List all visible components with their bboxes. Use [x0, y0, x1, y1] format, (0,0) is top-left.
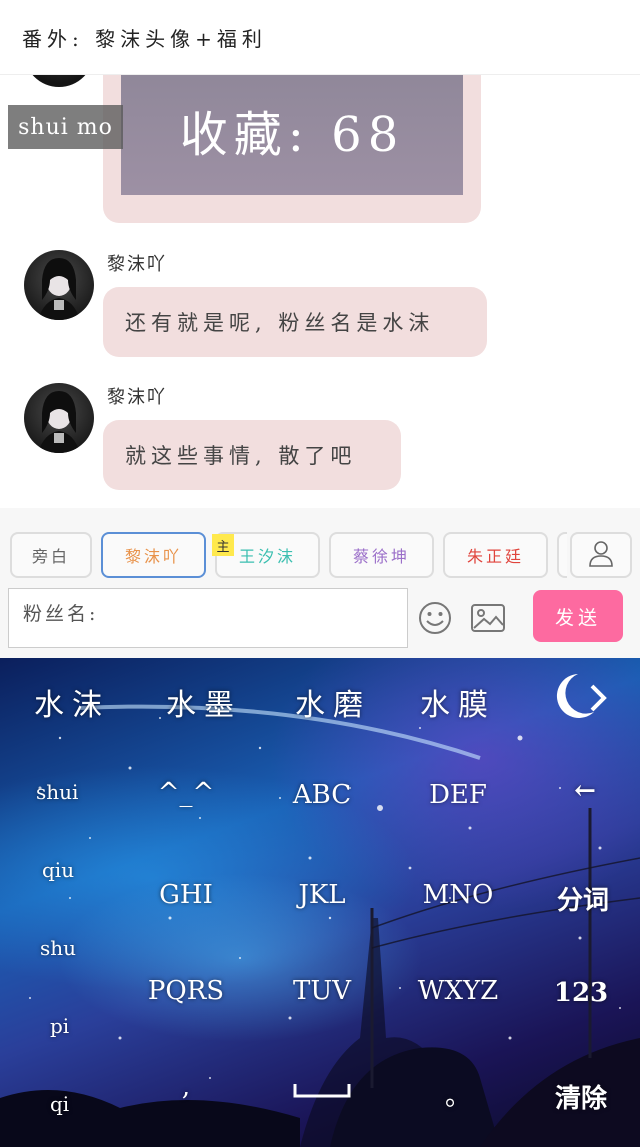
role-label: 蔡徐坤	[352, 547, 410, 566]
pinyin-option[interactable]: qiu	[42, 858, 74, 882]
sender-name: 黎沫吖	[107, 254, 167, 275]
smiley-icon	[417, 600, 453, 640]
ime-keyboard: 水沫 水墨 水磨 水膜 shui qiu shu pi qi ^_^ ABC D…	[0, 658, 640, 1147]
compose-panel: 旁白 黎沫吖 王汐沫 蔡徐坤 朱正廷 粉丝名: 发送	[0, 508, 640, 658]
person-icon	[588, 539, 614, 571]
role-label: 黎沫吖	[124, 547, 182, 566]
role-button-limo[interactable]: 黎沫吖	[101, 532, 206, 578]
key-jkl[interactable]: JKL	[262, 880, 382, 910]
key-def[interactable]: DEF	[398, 780, 518, 810]
key-ghi[interactable]: GHI	[126, 880, 246, 910]
role-button-narrator[interactable]: 旁白	[10, 532, 92, 578]
pinyin-option[interactable]: qi	[50, 1092, 69, 1116]
key-pqrs[interactable]: PQRS	[126, 976, 246, 1006]
role-label: 王汐沫	[238, 547, 296, 566]
image-button[interactable]	[468, 600, 508, 640]
segment-key[interactable]: 分词	[548, 880, 618, 917]
image-icon	[470, 602, 506, 638]
avatar[interactable]	[24, 383, 94, 453]
pinyin-option[interactable]: shu	[40, 936, 76, 960]
backspace-key[interactable]: ←	[550, 776, 620, 806]
top-bar: 番外: 黎沫头像+福利	[0, 0, 640, 75]
candidate-word[interactable]: 水磨	[295, 680, 371, 724]
emoji-button[interactable]	[415, 600, 455, 640]
pinyin-option[interactable]: pi	[50, 1014, 69, 1038]
image-caption: 收藏: 68	[179, 107, 405, 163]
role-button-zhuzhengting[interactable]: 朱正廷	[443, 532, 548, 578]
role-label: 旁白	[31, 547, 70, 566]
message-input[interactable]: 粉丝名:	[8, 588, 408, 648]
avatar[interactable]	[24, 75, 94, 87]
space-bar-icon	[293, 1084, 351, 1098]
candidate-word[interactable]: 水沫	[34, 680, 110, 724]
role-manage-button[interactable]	[570, 532, 632, 578]
sender-name: 黎沫吖	[107, 387, 167, 408]
collapse-keyboard-button[interactable]	[548, 668, 612, 728]
key-mno[interactable]: MNO	[398, 880, 518, 910]
key-period[interactable]: 。	[398, 1076, 518, 1113]
candidate-word[interactable]: 水墨	[166, 680, 242, 724]
message-bubble[interactable]: 就这些事情, 散了吧	[103, 420, 401, 490]
key-wxyz[interactable]: WXYZ	[398, 976, 518, 1006]
key-comma[interactable]: ,	[126, 1072, 246, 1102]
send-button[interactable]: 发送	[533, 590, 623, 642]
moon-chevron-icon	[556, 674, 607, 718]
page-title: 番外: 黎沫头像+福利	[22, 26, 267, 51]
role-button-caixukun[interactable]: 蔡徐坤	[329, 532, 434, 578]
host-badge: 主	[212, 534, 234, 556]
candidate-word[interactable]: 水膜	[420, 680, 496, 724]
key-symbols[interactable]: ^_^	[126, 778, 246, 808]
ime-composing-text: shui mo	[8, 105, 123, 149]
role-label: 朱正廷	[466, 547, 524, 566]
numbers-key[interactable]: 123	[546, 978, 616, 1008]
image-message-bubble[interactable]: 收藏: 68	[103, 75, 481, 223]
shared-image[interactable]: 收藏: 68	[121, 75, 463, 195]
avatar[interactable]	[24, 250, 94, 320]
clear-key[interactable]: 清除	[546, 1078, 616, 1115]
message-input-text: 粉丝名:	[23, 603, 99, 625]
pinyin-option[interactable]: shui	[36, 780, 78, 804]
role-button-more[interactable]	[557, 532, 567, 578]
message-bubble[interactable]: 还有就是呢, 粉丝名是水沫	[103, 287, 487, 357]
space-key[interactable]	[292, 1080, 352, 1100]
key-tuv[interactable]: TUV	[262, 976, 382, 1006]
key-abc[interactable]: ABC	[262, 780, 382, 810]
